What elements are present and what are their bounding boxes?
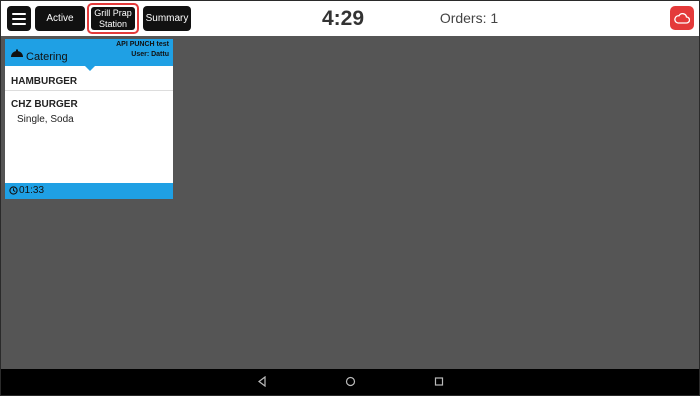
kds-screen: Active Grill Prap Station Summary 4:29 Or… — [0, 0, 700, 396]
orders-count: Orders: 1 — [439, 10, 499, 26]
top-toolbar: Active Grill Prap Station Summary 4:29 Or… — [1, 1, 699, 36]
order-card-header: Catering API PUNCH test User: Dattu — [5, 39, 173, 66]
back-triangle-icon[interactable] — [257, 376, 267, 387]
user-name: User: Dattu — [131, 51, 169, 58]
terminal-name: API PUNCH test — [116, 41, 169, 48]
order-card-footer: 01:33 — [5, 183, 173, 199]
menu-button[interactable] — [7, 6, 31, 31]
summary-button-label: Summary — [145, 12, 189, 24]
android-nav-bar — [1, 369, 699, 395]
active-button-label: Active — [46, 12, 74, 24]
clock-icon — [9, 186, 18, 195]
cloud-status-button[interactable] — [670, 6, 694, 30]
recent-square-icon[interactable] — [434, 376, 444, 387]
order-card[interactable]: Catering API PUNCH test User: Dattu HAMB… — [5, 39, 173, 199]
list-item[interactable]: HAMBURGER — [5, 69, 173, 91]
home-circle-icon[interactable] — [345, 376, 356, 387]
active-button[interactable]: Active — [35, 6, 85, 31]
grill-station-label: Grill Prap Station — [94, 7, 132, 29]
item-name: HAMBURGER — [11, 76, 78, 87]
list-item[interactable]: CHZ BURGER Single, Soda — [5, 92, 173, 132]
summary-button[interactable]: Summary — [143, 6, 191, 31]
elapsed-time: 01:33 — [19, 185, 45, 196]
clock: 4:29 — [321, 7, 365, 30]
cloud-icon — [674, 12, 690, 24]
order-type: Catering — [26, 51, 68, 63]
item-modifiers: Single, Soda — [17, 114, 74, 125]
grill-station-button[interactable]: Grill Prap Station — [87, 3, 139, 34]
bell-icon — [11, 49, 23, 57]
hamburger-icon — [12, 12, 26, 25]
item-name: CHZ BURGER — [11, 99, 78, 110]
